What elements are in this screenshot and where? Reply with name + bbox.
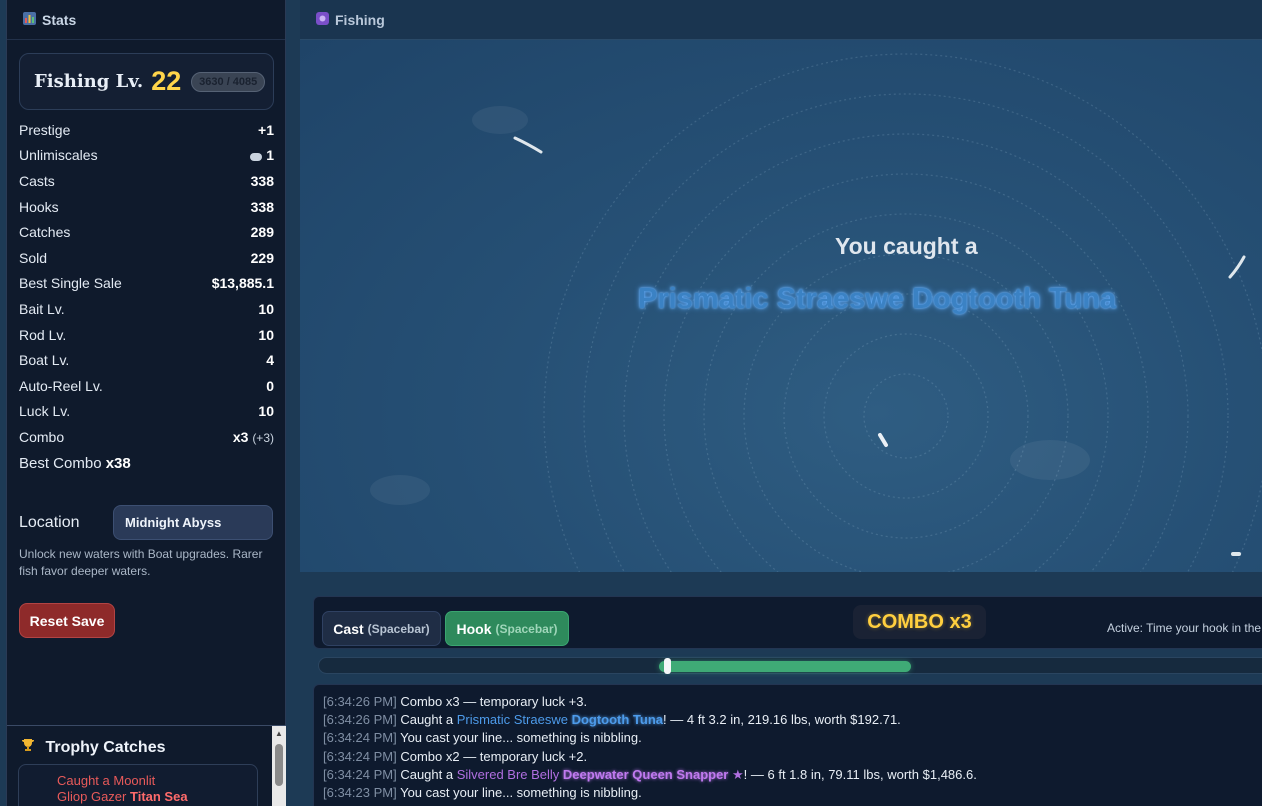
log-text: Silvered Bre Belly bbox=[456, 766, 563, 782]
log-timestamp: [6:34:26 PM] bbox=[323, 694, 401, 709]
stat-row-unlimiscales: Unlimiscales 1 bbox=[19, 147, 274, 164]
stat-row-hooks: Hooks 338 bbox=[19, 198, 274, 215]
trophy-panel: Trophy Catches Caught a Moonlit Gliop Ga… bbox=[7, 725, 286, 806]
stats-title: Stats bbox=[42, 11, 77, 28]
best-combo: Best Combo x38 bbox=[19, 455, 131, 472]
timing-bar bbox=[318, 657, 1262, 674]
log-line: [6:34:24 PM] You cast your line... somet… bbox=[323, 729, 1262, 747]
log-line: [6:34:23 PM] You cast your line... somet… bbox=[323, 784, 1262, 802]
location-label: Location bbox=[19, 513, 80, 531]
stat-row-prestige: Prestige +1 bbox=[19, 121, 274, 138]
log-timestamp: [6:34:26 PM] bbox=[323, 712, 401, 728]
log-timestamp: [6:34:23 PM] bbox=[323, 785, 401, 801]
stat-row-rod: Rod Lv. 10 bbox=[19, 326, 274, 343]
hook-button[interactable]: Hook (Spacebar) bbox=[445, 611, 569, 646]
fish-shadow-streaks bbox=[513, 136, 1246, 556]
stats-header: Stats bbox=[7, 0, 285, 40]
control-bar: Cast (Spacebar) Hook (Spacebar) COMBO x3… bbox=[313, 596, 1262, 649]
stats-panel: Stats Fishing Lv. 22 3630 / 4085 Prestig… bbox=[6, 0, 286, 806]
scale-icon bbox=[250, 152, 263, 161]
scroll-up-icon[interactable]: ▲ bbox=[275, 729, 283, 738]
combo-badge: COMBO x3 bbox=[853, 605, 986, 639]
caught-fish-name: Prismatic Straeswe Dogtooth Tuna bbox=[638, 283, 1117, 315]
stat-row-combo: Combo x3 (+3) bbox=[19, 428, 274, 445]
log-text: ! — 6 ft 1.8 in, 79.11 lbs, worth $1,486… bbox=[743, 766, 977, 782]
trophy-title: Trophy Catches bbox=[21, 738, 165, 757]
stat-row-sold: Sold 229 bbox=[19, 249, 274, 266]
stat-row-best-sale: Best Single Sale $13,885.1 bbox=[19, 275, 274, 292]
location-row: Location Midnight Abyss bbox=[19, 505, 274, 540]
stat-row-casts: Casts 338 bbox=[19, 172, 274, 189]
log-text: Combo x2 — temporary luck +2. bbox=[400, 748, 588, 764]
scrollbar-thumb[interactable] bbox=[275, 744, 283, 786]
log-line: [6:34:26 PM] Combo x3 — temporary luck +… bbox=[323, 693, 1262, 711]
trophy-icon bbox=[21, 739, 39, 756]
log-line: [6:34:26 PM] Caught a Prismatic Straeswe… bbox=[323, 711, 1262, 729]
fishing-water[interactable]: You caught a Prismatic Straeswe Dogtooth… bbox=[300, 40, 1262, 572]
log-text: Caught a bbox=[400, 712, 457, 728]
log-line: [6:34:24 PM] Caught a Silvered Bre Belly… bbox=[323, 766, 1262, 784]
timing-sweet-spot bbox=[659, 661, 911, 672]
log-text: Dogtooth Tuna bbox=[571, 712, 664, 728]
log-timestamp: [6:34:24 PM] bbox=[323, 766, 401, 782]
location-select[interactable]: Midnight Abyss bbox=[113, 505, 273, 540]
xp-progress: 3630 / 4085 bbox=[191, 71, 266, 92]
stat-row-luck: Luck Lv. 10 bbox=[19, 403, 274, 420]
fishing-icon bbox=[316, 11, 329, 28]
fishing-header: Fishing bbox=[300, 0, 1262, 40]
stat-list: Prestige +1 Unlimiscales 1 Casts 338 Hooks 3… bbox=[19, 117, 274, 450]
log-text: ★ bbox=[728, 766, 744, 782]
location-hint: Unlock new waters with Boat upgrades. Ra… bbox=[19, 547, 263, 578]
log-text: Combo x3 — temporary luck +3. bbox=[400, 694, 588, 709]
fishing-level-box: Fishing Lv. 22 3630 / 4085 bbox=[19, 53, 274, 110]
trophy-scrollbar[interactable]: ▲ bbox=[272, 726, 286, 806]
log-text: ! — 4 ft 3.2 in, 219.16 lbs, worth $192.… bbox=[663, 712, 901, 728]
level-number: 22 bbox=[151, 66, 182, 96]
level-label: Fishing Lv. bbox=[34, 71, 144, 92]
bar-chart-icon bbox=[23, 11, 36, 28]
log-text: You cast your line... something is nibbl… bbox=[400, 730, 642, 746]
timing-marker bbox=[664, 658, 671, 674]
active-hint: Active: Time your hook in the bbox=[1107, 621, 1262, 635]
log-line: [6:34:24 PM] Combo x2 — temporary luck +… bbox=[323, 748, 1262, 766]
stat-row-boat: Boat Lv. 4 bbox=[19, 352, 274, 369]
stat-row-catches: Catches 289 bbox=[19, 224, 274, 241]
log-timestamp: [6:34:24 PM] bbox=[323, 730, 401, 746]
cast-button[interactable]: Cast (Spacebar) bbox=[322, 611, 441, 646]
log-text: Prismatic Straeswe bbox=[456, 712, 572, 728]
log-text: Caught a bbox=[400, 766, 457, 782]
trophy-entry: Caught a Moonlit Gliop Gazer Titan Sea bbox=[18, 764, 258, 806]
log-text: You cast your line... something is nibbl… bbox=[400, 785, 642, 801]
log-timestamp: [6:34:24 PM] bbox=[323, 748, 401, 764]
reset-save-button[interactable]: Reset Save bbox=[19, 603, 115, 638]
log-text: Deepwater Queen Snapper bbox=[562, 766, 729, 782]
stat-row-bait: Bait Lv. 10 bbox=[19, 300, 274, 317]
caught-label: You caught a bbox=[835, 233, 978, 259]
stat-row-auto-reel: Auto-Reel Lv. 0 bbox=[19, 377, 274, 394]
fishing-title: Fishing bbox=[335, 11, 385, 28]
event-log: [6:34:26 PM] Combo x3 — temporary luck +… bbox=[313, 684, 1262, 806]
